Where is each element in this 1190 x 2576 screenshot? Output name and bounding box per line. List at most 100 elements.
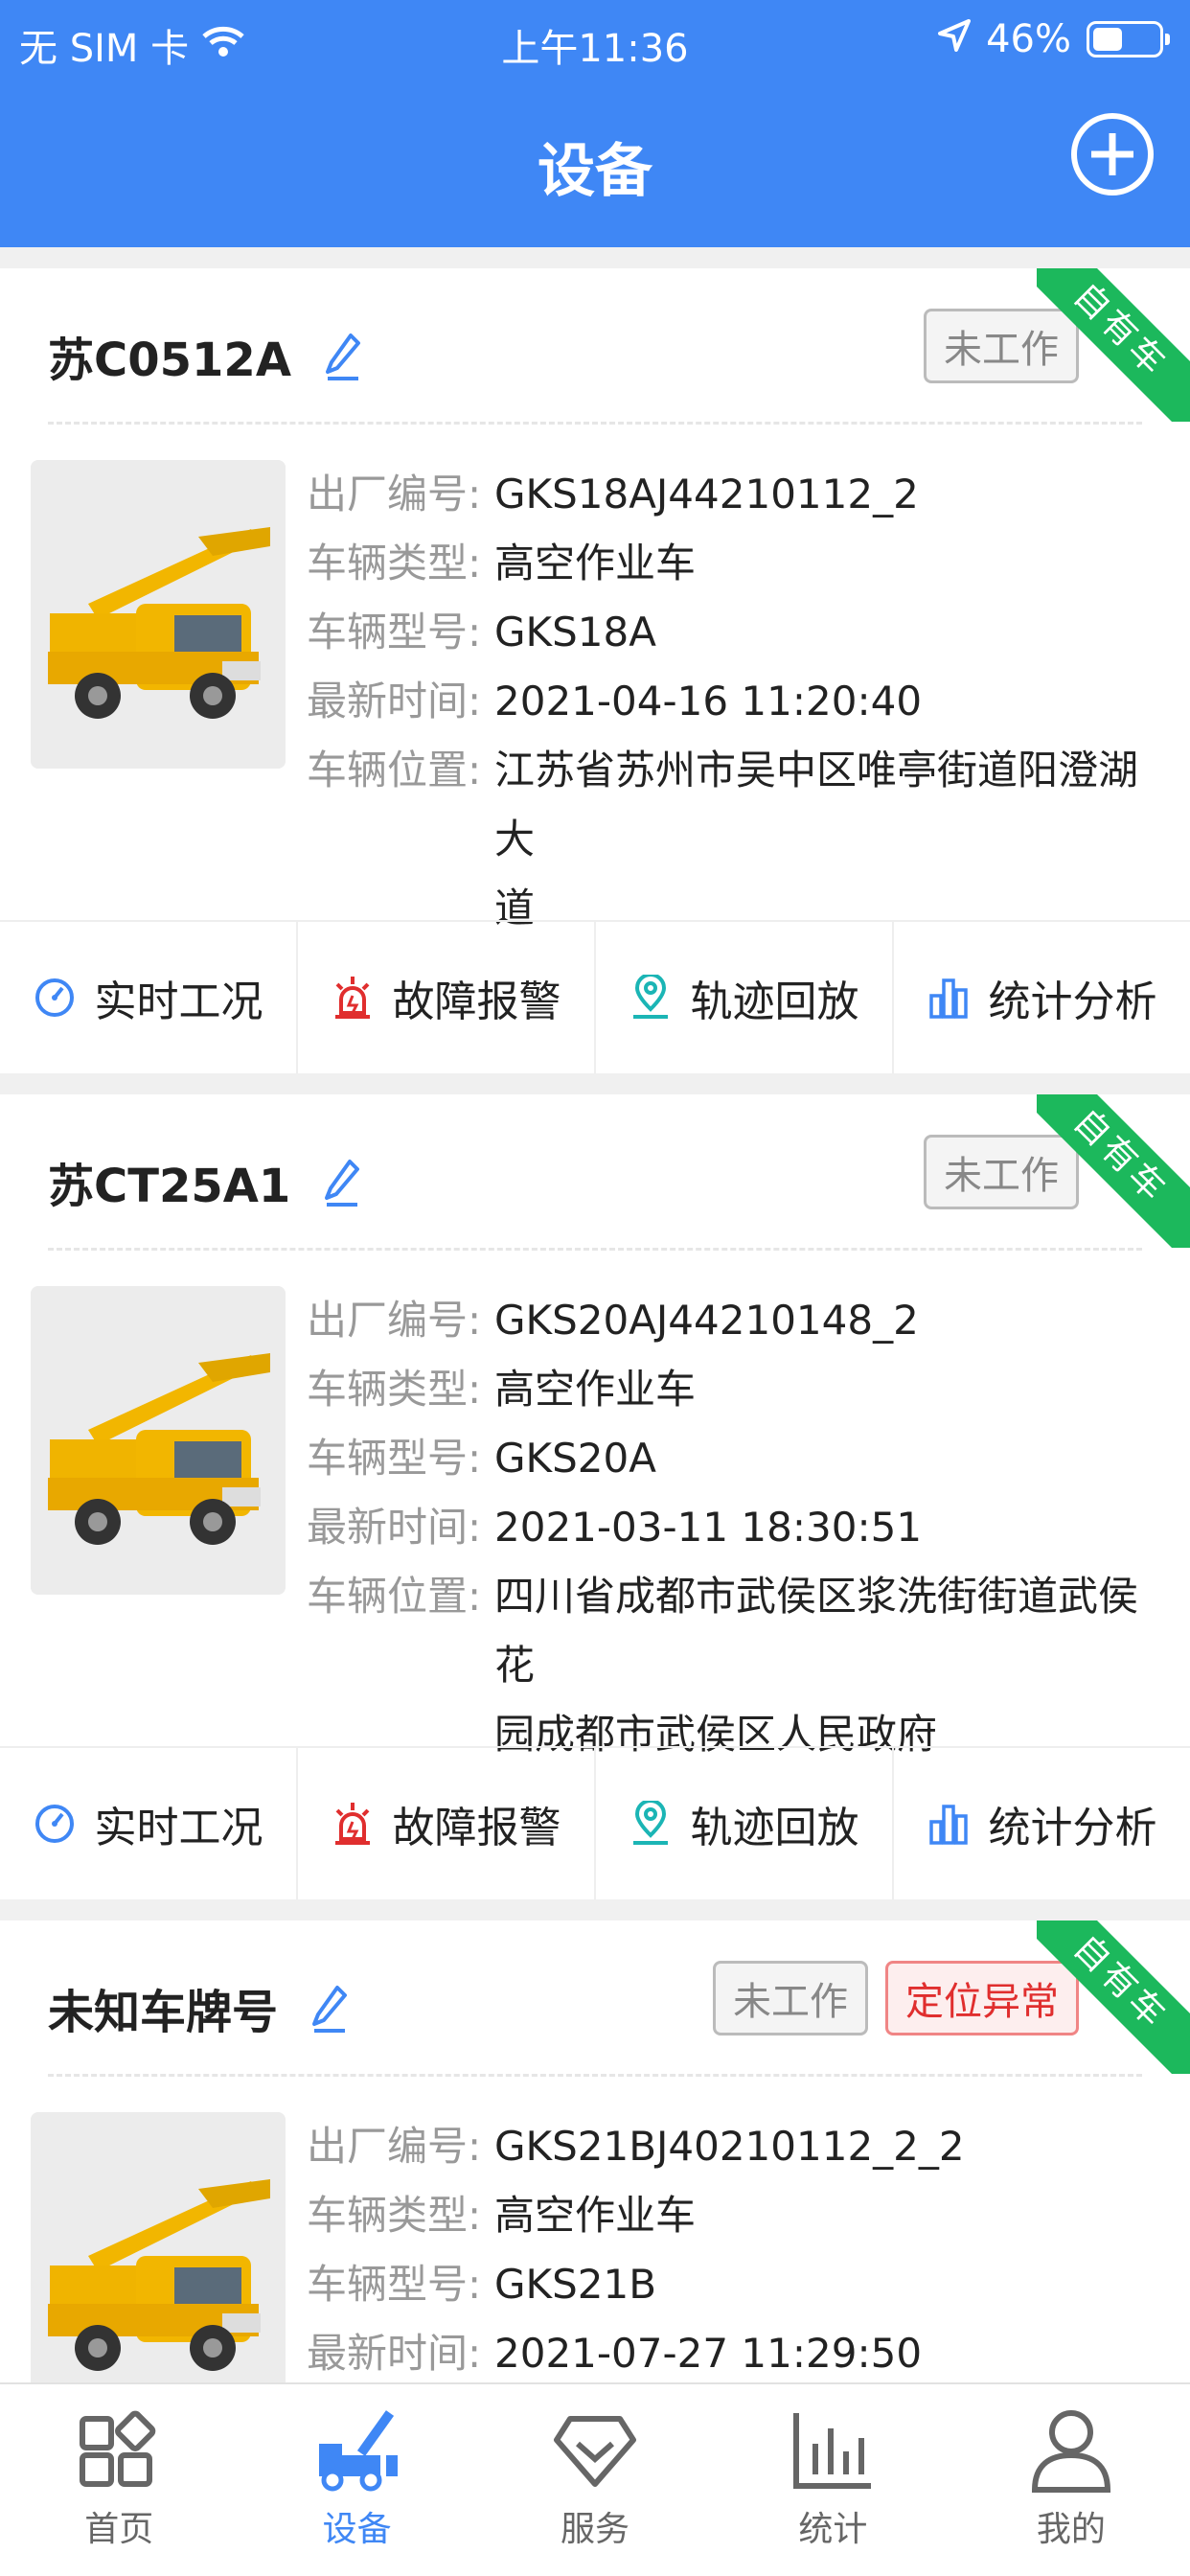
edit-pencil-icon[interactable] (323, 1158, 361, 1207)
plate-number: 苏CT25A1 (48, 1160, 291, 1213)
fault-alarm-button[interactable]: 故障报警 (298, 922, 596, 1073)
tab-home-label: 首页 (84, 2510, 154, 2549)
location-row-value: 江苏省苏州市吴中区唯亭街道阳澄湖大道 (494, 736, 1159, 943)
tab-home[interactable]: 首页 (0, 2384, 238, 2576)
latest-time-row-value: 2021-04-16 11:20:40 (494, 678, 923, 724)
edit-pencil-icon[interactable] (310, 1984, 349, 2033)
latest-time-row: 最新时间: 2021-07-27 11:29:50 (307, 2319, 1159, 2382)
latest-time-row: 最新时间: 2021-04-16 11:20:40 (307, 667, 1159, 736)
vehicle-model-row-label: 车辆型号: (307, 2261, 482, 2308)
vehicle-model-row: 车辆型号: GKS21B (307, 2250, 1159, 2319)
card-actions: 实时工况 故障报警 轨迹回放 统计分析 (0, 920, 1190, 1073)
tab-statistics[interactable]: 统计 (714, 2384, 951, 2576)
tab-devices[interactable]: 设备 (238, 2384, 475, 2576)
latest-time-row-label: 最新时间: (307, 1504, 482, 1551)
device-card[interactable]: 未知车牌号 未工作 定位异常 自有车 出厂编号: GKS21BJ40210112_2… (0, 1920, 1190, 2382)
ribbon-label: 自有车 (1037, 268, 1190, 422)
card-actions: 实时工况 故障报警 轨迹回放 统计分析 (0, 1746, 1190, 1899)
latest-time-row-label: 最新时间: (307, 678, 482, 724)
statistics-analysis-button[interactable]: 统计分析 (894, 1748, 1190, 1899)
owned-vehicle-ribbon: 自有车 (1037, 1920, 1190, 2074)
vehicle-type-row-label: 车辆类型: (307, 540, 482, 586)
device-card[interactable]: 苏C0512A 未工作 自有车 出厂编号: GKS18AJ44210112_2 车辆… (0, 268, 1190, 1073)
diamond-icon (554, 2416, 637, 2487)
battery-icon (1087, 21, 1170, 58)
vehicle-photo (31, 1286, 286, 1595)
tab-devices-label: 设备 (322, 2510, 392, 2549)
add-device-button[interactable] (1071, 113, 1154, 196)
tab-service[interactable]: 服务 (476, 2384, 714, 2576)
vehicle-model-row-value: GKS20A (494, 1435, 656, 1482)
alarm-light-icon (334, 1803, 370, 1845)
serial-row-value: GKS21BJ40210112_2_2 (494, 2123, 965, 2170)
fault-alarm-button-label: 故障报警 (392, 1804, 561, 1852)
vehicle-type-row-value: 高空作业车 (494, 2192, 697, 2239)
vehicle-type-row-value: 高空作业车 (494, 540, 697, 586)
tab-mine-label: 我的 (1036, 2510, 1106, 2549)
battery-percent: 46% (986, 17, 1071, 61)
latest-time-row-label: 最新时间: (307, 2330, 482, 2377)
statistics-analysis-button-label: 统计分析 (988, 1804, 1157, 1852)
serial-row: 出厂编号: GKS21BJ40210112_2_2 (307, 2112, 1159, 2181)
card-header: 苏CT25A1 未工作 自有车 (0, 1094, 1190, 1251)
status-bar: 无 SIM 卡 上午11:36 46% (0, 0, 1190, 82)
device-card[interactable]: 苏CT25A1 未工作 自有车 出厂编号: GKS20AJ44210148_2 车辆… (0, 1094, 1190, 1899)
track-playback-button[interactable]: 轨迹回放 (596, 922, 894, 1073)
track-playback-button-label: 轨迹回放 (690, 1804, 859, 1852)
statistics-analysis-button[interactable]: 统计分析 (894, 922, 1190, 1073)
location-arrow-icon (938, 17, 972, 61)
serial-row-value: GKS18AJ44210112_2 (494, 471, 919, 518)
vehicle-photo (31, 2112, 286, 2382)
map-pin-icon (632, 975, 668, 1019)
vehicle-type-row: 车辆类型: 高空作业车 (307, 2181, 1159, 2250)
dashed-divider (48, 1248, 1142, 1251)
vehicle-type-row: 车辆类型: 高空作业车 (307, 1355, 1159, 1424)
vehicle-model-row-value: GKS21B (494, 2261, 657, 2308)
page-title: 设备 (538, 138, 652, 205)
home-icon (80, 2410, 156, 2487)
vehicle-type-row-label: 车辆类型: (307, 2192, 482, 2239)
realtime-status-button-label: 实时工况 (94, 1804, 263, 1852)
vehicle-type-row-value: 高空作业车 (494, 1366, 697, 1413)
location-row-label: 车辆位置: (307, 747, 482, 794)
location-row-label: 车辆位置: (307, 1573, 482, 1620)
latest-time-row-value: 2021-03-11 18:30:51 (494, 1504, 923, 1551)
realtime-status-button[interactable]: 实时工况 (0, 922, 298, 1073)
track-playback-button-label: 轨迹回放 (690, 978, 859, 1026)
fault-alarm-button-label: 故障报警 (392, 978, 561, 1026)
fault-alarm-button[interactable]: 故障报警 (298, 1748, 596, 1899)
location-row-value: 四川省成都市武侯区浆洗街街道武侯花 园成都市武侯区人民政府 (494, 1562, 1159, 1769)
vehicle-model-row-label: 车辆型号: (307, 609, 482, 656)
serial-row-label: 出厂编号: (307, 2123, 482, 2170)
track-playback-button[interactable]: 轨迹回放 (596, 1748, 894, 1899)
location-line1: 江苏省苏州市吴中区唯亭街道阳澄湖大 (494, 747, 1139, 862)
vehicle-model-row: 车辆型号: GKS20A (307, 1424, 1159, 1493)
bar-chart-icon (928, 1805, 968, 1845)
bottom-tab-bar: 首页 设备 服务 统计 我的 (0, 2382, 1190, 2576)
serial-row: 出厂编号: GKS20AJ44210148_2 (307, 1286, 1159, 1355)
bar-chart-icon (928, 978, 968, 1019)
status-tag: 未工作 (713, 1961, 868, 2036)
ribbon-label: 自有车 (1037, 1094, 1190, 1248)
edit-pencil-icon[interactable] (324, 332, 362, 380)
latest-time-row: 最新时间: 2021-03-11 18:30:51 (307, 1493, 1159, 1562)
tab-mine[interactable]: 我的 (952, 2384, 1190, 2576)
tab-service-label: 服务 (561, 2510, 630, 2549)
card-header: 苏C0512A 未工作 自有车 (0, 268, 1190, 425)
realtime-status-button[interactable]: 实时工况 (0, 1748, 298, 1899)
vehicle-info: 出厂编号: GKS20AJ44210148_2 车辆类型: 高空作业车 车辆型号: GKS… (307, 1286, 1159, 1769)
vehicle-info: 出厂编号: GKS21BJ40210112_2_2 车辆类型: 高空作业车 车辆型号: G… (307, 2112, 1159, 2382)
plate-number: 苏C0512A (48, 334, 291, 387)
owned-vehicle-ribbon: 自有车 (1037, 1094, 1190, 1248)
truck-icon (318, 2410, 398, 2492)
gauge-icon (34, 1805, 74, 1843)
vehicle-type-row: 车辆类型: 高空作业车 (307, 529, 1159, 598)
plate-number: 未知车牌号 (48, 1986, 279, 2039)
vehicle-photo (31, 460, 286, 769)
dashed-divider (48, 2074, 1142, 2077)
location-row: 车辆位置: 四川省成都市武侯区浆洗街街道武侯花 园成都市武侯区人民政府 (307, 1562, 1159, 1769)
gauge-icon (34, 978, 74, 1017)
dashed-divider (48, 422, 1142, 425)
ribbon-label: 自有车 (1037, 1920, 1190, 2074)
tab-statistics-label: 统计 (798, 2510, 868, 2549)
